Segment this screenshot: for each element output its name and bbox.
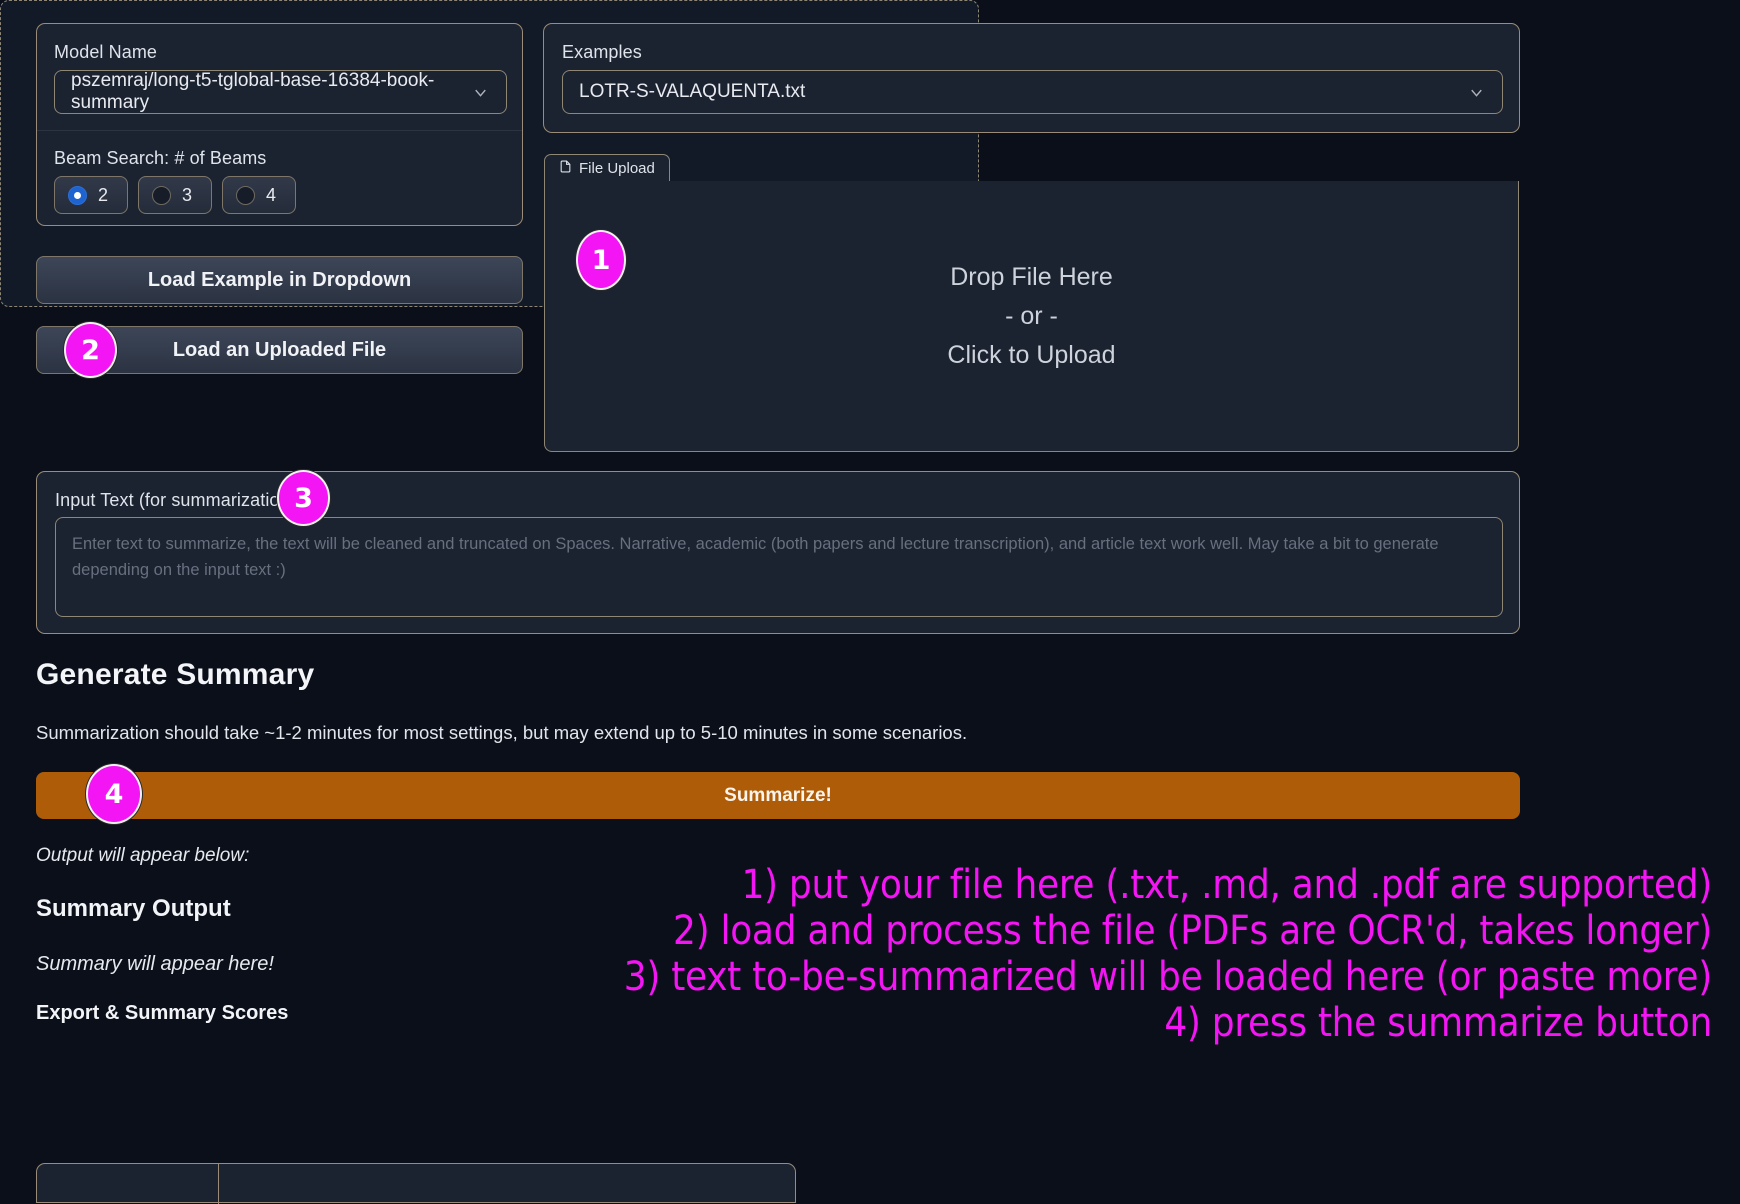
beam-search-label: Beam Search: # of Beams <box>54 148 267 168</box>
generate-summary-note: Summarization should take ~1-2 minutes f… <box>36 722 968 743</box>
model-settings-panel: Model Name pszemraj/long-t5-tglobal-base… <box>36 23 523 226</box>
tab-file-upload[interactable]: File Upload <box>544 154 670 182</box>
load-example-button[interactable]: Load Example in Dropdown <box>36 256 523 304</box>
app-root: Model Name pszemraj/long-t5-tglobal-base… <box>0 0 1740 1204</box>
examples-dropdown[interactable]: LOTR-S-VALAQUENTA.txt <box>562 70 1503 114</box>
file-upload-dropzone[interactable]: Drop File Here - or - Click to Upload <box>544 181 1519 452</box>
file-icon <box>559 159 572 178</box>
export-summary-scores-heading: Export & Summary Scores <box>36 1002 289 1024</box>
radio-icon <box>236 185 255 205</box>
export-scores-panel <box>36 1163 796 1203</box>
beam-option-3-label: 3 <box>182 184 193 205</box>
input-text-textarea[interactable]: Enter text to summarize, the text will b… <box>55 517 1503 617</box>
examples-label: Examples <box>562 42 642 62</box>
beam-option-4[interactable]: 4 <box>222 176 296 214</box>
click-to-upload-text[interactable]: Click to Upload <box>947 338 1115 373</box>
annotation-line-4: 4) press the summarize button <box>1164 1000 1712 1046</box>
generate-summary-heading: Generate Summary <box>36 658 315 691</box>
drop-file-here-text: Drop File Here <box>950 262 1113 291</box>
callout-badge-1: 1 <box>576 230 626 290</box>
beam-option-4-label: 4 <box>266 184 277 205</box>
beam-option-2[interactable]: 2 <box>54 176 128 214</box>
examples-panel: Examples LOTR-S-VALAQUENTA.txt <box>543 23 1520 133</box>
model-name-value: pszemraj/long-t5-tglobal-base-16384-book… <box>71 70 435 113</box>
radio-icon-selected <box>68 185 87 205</box>
beam-option-2-label: 2 <box>98 184 109 205</box>
summary-output-placeholder: Summary will appear here! <box>36 953 274 975</box>
chevron-down-icon <box>1467 83 1486 102</box>
annotation-overlay-text: 1) put your file here (.txt, .md, and .p… <box>422 862 1713 1046</box>
panel-divider <box>37 130 522 131</box>
beam-option-3[interactable]: 3 <box>138 176 212 214</box>
model-name-dropdown[interactable]: pszemraj/long-t5-tglobal-base-16384-book… <box>54 70 507 114</box>
output-will-appear-note: Output will appear below: <box>36 845 250 866</box>
tab-file-upload-label: File Upload <box>579 160 655 177</box>
radio-icon <box>152 185 171 205</box>
model-name-label: Model Name <box>54 42 158 62</box>
drop-or-text: - or - <box>1005 301 1058 330</box>
export-scores-panel-divider <box>218 1164 219 1204</box>
summarize-button[interactable]: Summarize! <box>36 772 1520 819</box>
annotation-line-1: 1) put your file here (.txt, .md, and .p… <box>741 862 1712 908</box>
annotation-line-2: 2) load and process the file (PDFs are O… <box>673 908 1712 954</box>
annotation-line-3: 3) text to-be-summarized will be loaded … <box>623 954 1713 1000</box>
beam-search-radio-group: 2 3 4 <box>54 176 296 214</box>
chevron-down-icon <box>471 83 490 102</box>
examples-value: LOTR-S-VALAQUENTA.txt <box>579 81 806 102</box>
callout-badge-3: 3 <box>277 470 330 526</box>
summary-output-heading: Summary Output <box>36 895 231 922</box>
callout-badge-2: 2 <box>64 322 117 378</box>
callout-badge-4: 4 <box>86 764 142 824</box>
input-text-label: Input Text (for summarization) <box>55 490 296 510</box>
input-text-panel: Input Text (for summarization) Enter tex… <box>36 471 1520 634</box>
